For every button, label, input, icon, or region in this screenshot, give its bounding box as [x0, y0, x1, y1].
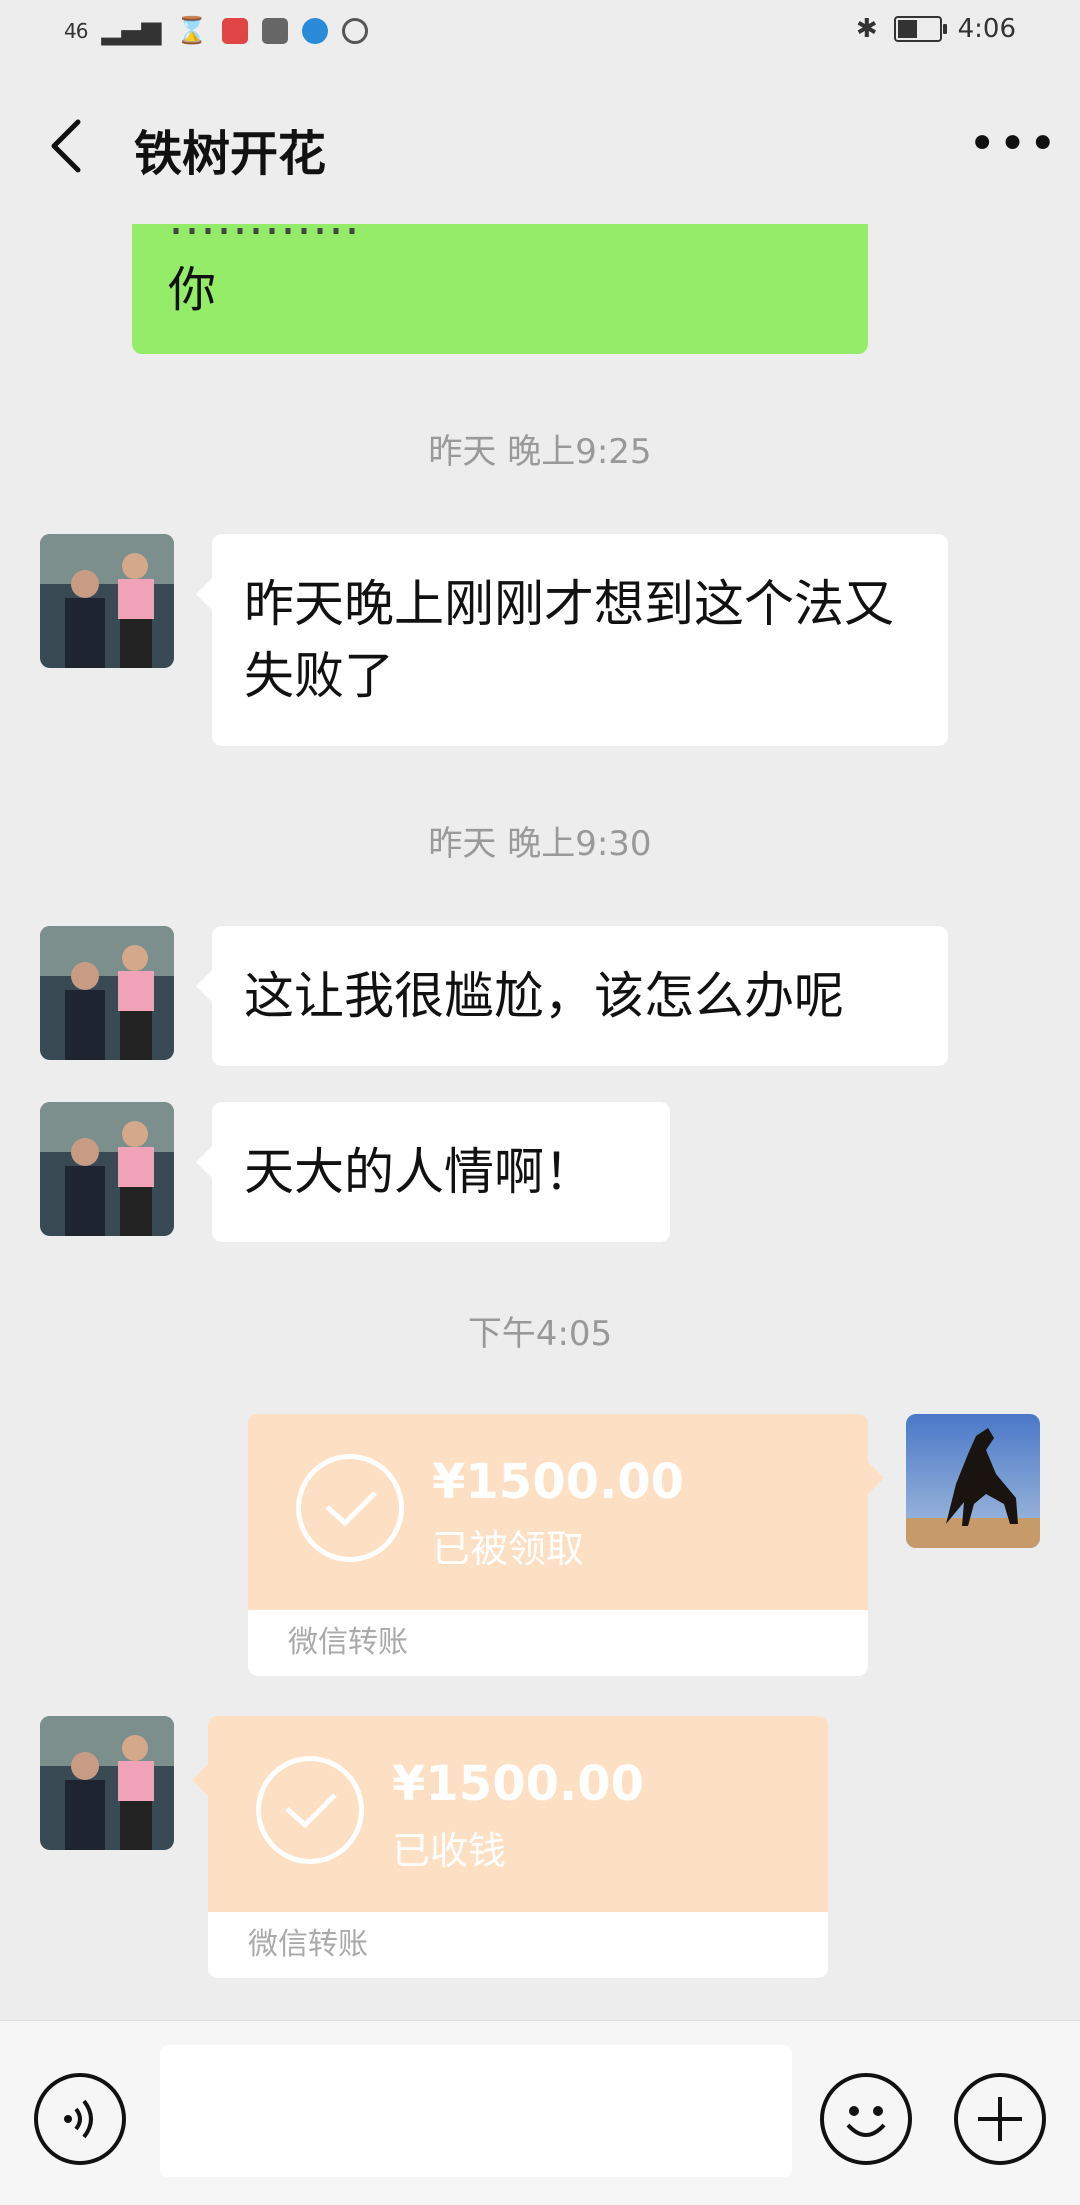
more-functions-button[interactable] — [954, 2073, 1046, 2165]
message-text: 这让我很尴尬，该怎么办呢 — [244, 967, 844, 1025]
voice-button[interactable] — [34, 2073, 126, 2165]
more-icon: ••• — [968, 116, 1059, 172]
transfer-label: 微信转账 — [248, 1610, 868, 1676]
contact-avatar[interactable] — [40, 926, 174, 1060]
transfer-status: 已收钱 — [392, 1829, 507, 1873]
contact-message-bubble[interactable]: 天大的人情啊！ — [196, 1102, 670, 1242]
own-message-bubble[interactable]: ………… 你 — [132, 224, 868, 354]
chat-area[interactable]: ………… 你 昨天 晚上9:25 昨天晚上刚刚才想到这个法又失败了 昨天 晚上9… — [0, 224, 1080, 2020]
input-bar — [0, 2020, 1080, 2205]
transfer-status: 已被领取 — [432, 1527, 585, 1571]
contact-photo — [40, 926, 174, 1060]
message-text: 昨天晚上刚刚才想到这个法又失败了 — [244, 575, 894, 705]
contact-photo — [40, 534, 174, 668]
sent-transfer-card[interactable]: ¥1500.00 已被领取 微信转账 — [248, 1414, 884, 1676]
timestamp: 下午4:05 — [467, 1314, 613, 1354]
contact-avatar[interactable] — [40, 1102, 174, 1236]
signal-bars-icon: ▂▄▆ — [101, 16, 162, 46]
bluetooth-icon: ✱ — [855, 14, 878, 44]
clock: 4:06 — [957, 14, 1016, 44]
emoji-button[interactable] — [820, 2073, 912, 2165]
transfer-card-top: ¥1500.00 已被领取 — [248, 1414, 868, 1610]
battery-icon — [893, 16, 947, 42]
emoji-icon — [846, 2106, 886, 2137]
cat-app-icon — [261, 18, 288, 44]
status-bar: 46 ▂▄▆ ⌛ ✱ 4:06 — [0, 0, 1080, 64]
message-text: 你 — [168, 262, 217, 318]
plus-icon — [978, 2097, 1022, 2141]
contact-avatar[interactable] — [40, 534, 174, 668]
back-button[interactable] — [44, 116, 92, 176]
check-circle-icon — [256, 1756, 364, 1864]
chat-title: 铁树开花 — [134, 126, 327, 182]
chat-header: 铁树开花 ••• — [0, 64, 1080, 224]
sync-icon — [341, 18, 368, 44]
horse-photo — [906, 1414, 1040, 1548]
hourglass-icon: ⌛ — [175, 16, 208, 46]
check-circle-icon — [296, 1454, 404, 1562]
contact-avatar[interactable] — [40, 1716, 174, 1850]
contact-message-bubble[interactable]: 这让我很尴尬，该怎么办呢 — [196, 926, 948, 1066]
transfer-amount: ¥1500.00 — [392, 1756, 645, 1812]
contact-message-bubble[interactable]: 昨天晚上刚刚才想到这个法又失败了 — [196, 534, 948, 746]
voice-icon — [64, 2099, 93, 2139]
timestamp: 昨天 晚上9:25 — [428, 432, 652, 472]
transfer-amount: ¥1500.00 — [432, 1454, 685, 1510]
status-left: 46 ▂▄▆ ⌛ — [64, 16, 368, 46]
more-button[interactable]: ••• — [968, 120, 1057, 168]
timestamp: 昨天 晚上9:30 — [428, 824, 652, 864]
signal-indicator: 46 — [64, 19, 88, 43]
own-avatar[interactable] — [906, 1414, 1040, 1548]
transfer-card-top: ¥1500.00 已收钱 — [208, 1716, 828, 1912]
contact-photo — [40, 1102, 174, 1236]
message-input[interactable] — [160, 2045, 792, 2177]
app-notification-icon — [221, 18, 248, 44]
received-transfer-card[interactable]: ¥1500.00 已收钱 微信转账 — [192, 1716, 828, 1978]
transfer-label: 微信转账 — [208, 1912, 828, 1978]
back-arrow-icon — [51, 119, 81, 173]
message-text: 天大的人情啊！ — [244, 1143, 594, 1201]
cut-off-text: ………… — [168, 224, 832, 254]
browser-app-icon — [301, 18, 328, 44]
contact-photo — [40, 1716, 174, 1850]
status-right: ✱ 4:06 — [856, 14, 1016, 44]
